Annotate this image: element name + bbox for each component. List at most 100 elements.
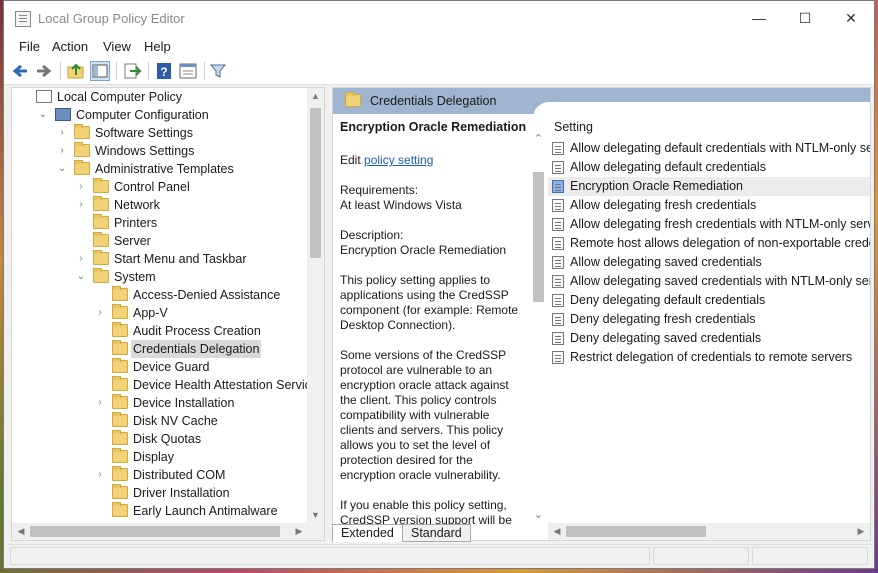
tree-node-label: Distributed COM (133, 468, 226, 482)
setting-row[interactable]: Allow delegating default credentials wit… (548, 139, 870, 158)
properties-icon[interactable] (178, 61, 198, 81)
main-window: Local Group Policy Editor — ☐ ✕ File Act… (3, 0, 875, 569)
tree-node[interactable]: › Windows Settings (12, 142, 308, 160)
tree-node[interactable]: › Distributed COM (12, 466, 308, 484)
expand-chevron-icon[interactable]: › (94, 304, 106, 322)
minimize-button[interactable]: — (736, 1, 782, 35)
tree-node[interactable]: Audit Process Creation (12, 322, 308, 340)
tree-node-label: Computer Configuration (76, 108, 209, 122)
setting-row[interactable]: Deny delegating saved credentials (548, 329, 870, 348)
tree-node[interactable]: › Start Menu and Taskbar (12, 250, 308, 268)
help-icon[interactable]: ? (154, 61, 174, 81)
setting-label: Allow delegating fresh credentials (570, 198, 757, 212)
scroll-right-arrow-icon[interactable]: ▶ (292, 523, 306, 540)
expand-chevron-icon[interactable]: › (56, 142, 68, 160)
scroll-left-arrow-icon[interactable]: ◀ (14, 523, 28, 540)
folder-icon (93, 196, 109, 211)
maximize-button[interactable]: ☐ (782, 1, 828, 35)
column-header-setting[interactable]: Setting (554, 120, 593, 134)
computer-icon (55, 108, 71, 121)
description-value: Encryption Oracle Remediation (340, 243, 507, 257)
tree-node[interactable]: Early Launch Antimalware (12, 502, 308, 520)
menu-help[interactable]: Help (144, 39, 171, 54)
export-list-icon[interactable] (122, 61, 142, 81)
settings-horizontal-scrollbar[interactable]: ◀ ▶ (548, 523, 870, 540)
requirements-label: Requirements: (340, 183, 419, 197)
up-folder-icon[interactable] (66, 61, 86, 81)
tree-node[interactable]: Device Health Attestation Service (12, 376, 318, 394)
tree-node-label: Disk Quotas (133, 432, 202, 446)
tree-vertical-scrollbar[interactable]: ▲ ▼ (307, 88, 324, 540)
expand-chevron-icon[interactable]: › (75, 196, 87, 214)
edit-policy-setting-link[interactable]: policy setting (364, 153, 433, 167)
expand-chevron-icon[interactable]: › (75, 250, 87, 268)
setting-row[interactable]: Allow delegating fresh credentials with … (548, 215, 870, 234)
collapse-chevron-icon[interactable]: ⌄ (56, 160, 68, 178)
tree-node[interactable]: Access-Denied Assistance (12, 286, 308, 304)
tree-node[interactable]: Device Guard (12, 358, 308, 376)
tree-node[interactable]: › Control Panel (12, 178, 308, 196)
tree-node-label: App-V (133, 306, 168, 320)
expand-chevron-icon[interactable]: › (94, 394, 106, 412)
close-button[interactable]: ✕ (828, 1, 874, 35)
tree-node[interactable]: ⌄ Computer Configuration (12, 106, 308, 124)
expand-chevron-icon[interactable]: › (56, 124, 68, 142)
tree-node[interactable]: › Software Settings (12, 124, 308, 142)
tree-node[interactable]: Disk Quotas (12, 430, 308, 448)
filter-icon[interactable] (208, 61, 228, 81)
setting-row[interactable]: Allow delegating fresh credentials (548, 196, 870, 215)
scroll-left-arrow-icon[interactable]: ◀ (550, 523, 564, 540)
tree-node[interactable]: Disk NV Cache (12, 412, 308, 430)
setting-row[interactable]: Restrict delegation of credentials to re… (548, 348, 870, 367)
scroll-up-arrow-icon[interactable]: ▲ (307, 88, 324, 104)
setting-row[interactable]: Encryption Oracle Remediation (548, 177, 870, 196)
back-arrow-icon[interactable] (10, 61, 30, 81)
tree-node[interactable]: › App-V (12, 304, 308, 322)
tree-node-label: Device Installation (133, 396, 235, 410)
folder-icon (112, 358, 128, 373)
setting-row[interactable]: Deny delegating default credentials (548, 291, 870, 310)
description-line: encryption oracle attack against (340, 378, 509, 392)
scroll-right-arrow-icon[interactable]: ▶ (854, 523, 868, 540)
expand-chevron-icon[interactable]: › (94, 466, 106, 484)
setting-row[interactable]: Allow delegating saved credentials (548, 253, 870, 272)
tree-node[interactable]: ⌄ System (12, 268, 308, 286)
menu-action[interactable]: Action (52, 39, 88, 54)
tree-vscroll-thumb[interactable] (310, 108, 321, 258)
tree-node[interactable]: Server (12, 232, 308, 250)
description-line: encryption oracle vulnerability. (340, 468, 501, 482)
setting-row[interactable]: Remote host allows delegation of non-exp… (548, 234, 870, 253)
description-line: Some versions of the CredSSP (340, 348, 507, 362)
expand-chevron-icon[interactable]: › (75, 178, 87, 196)
tree-node[interactable]: › Network (12, 196, 308, 214)
tree-node[interactable]: Local Computer Policy (12, 88, 308, 106)
tree-hscroll-thumb[interactable] (30, 526, 280, 537)
collapse-chevron-icon[interactable]: ⌄ (75, 268, 87, 286)
tree-node-label: Windows Settings (95, 144, 195, 158)
menu-file[interactable]: File (19, 39, 40, 54)
scroll-up-chevron-icon[interactable]: ⌃ (530, 132, 547, 146)
tree-node[interactable]: ⌄ Administrative Templates (12, 160, 308, 178)
description-line: allows you to set the level of (340, 438, 491, 452)
menu-view[interactable]: View (103, 39, 131, 54)
forward-arrow-icon[interactable] (34, 61, 54, 81)
tree-node[interactable]: › Device Installation (12, 394, 308, 412)
show-hide-tree-icon[interactable] (90, 61, 110, 81)
settings-hscroll-thumb[interactable] (566, 526, 706, 537)
collapse-chevron-icon[interactable]: ⌄ (37, 106, 49, 124)
tab-extended[interactable]: Extended (332, 524, 403, 542)
setting-row[interactable]: Deny delegating fresh credentials (548, 310, 870, 329)
setting-row[interactable]: Allow delegating default credentials (548, 158, 870, 177)
tree-node-label: Driver Installation (133, 486, 230, 500)
setting-row[interactable]: Allow delegating saved credentials with … (548, 272, 870, 291)
tab-standard[interactable]: Standard (402, 524, 471, 542)
scroll-down-chevron-icon[interactable]: ⌄ (530, 508, 547, 522)
description-scrollbar[interactable]: ⌃ ⌄ (530, 132, 547, 522)
tree-node[interactable]: Driver Installation (12, 484, 308, 502)
tree-node[interactable]: Credentials Delegation (12, 340, 308, 358)
description-scroll-thumb[interactable] (533, 172, 544, 302)
tree-node[interactable]: Printers (12, 214, 308, 232)
tree-horizontal-scrollbar[interactable]: ◀ ▶ (12, 523, 308, 540)
scroll-down-arrow-icon[interactable]: ▼ (307, 507, 324, 523)
tree-node[interactable]: Display (12, 448, 308, 466)
